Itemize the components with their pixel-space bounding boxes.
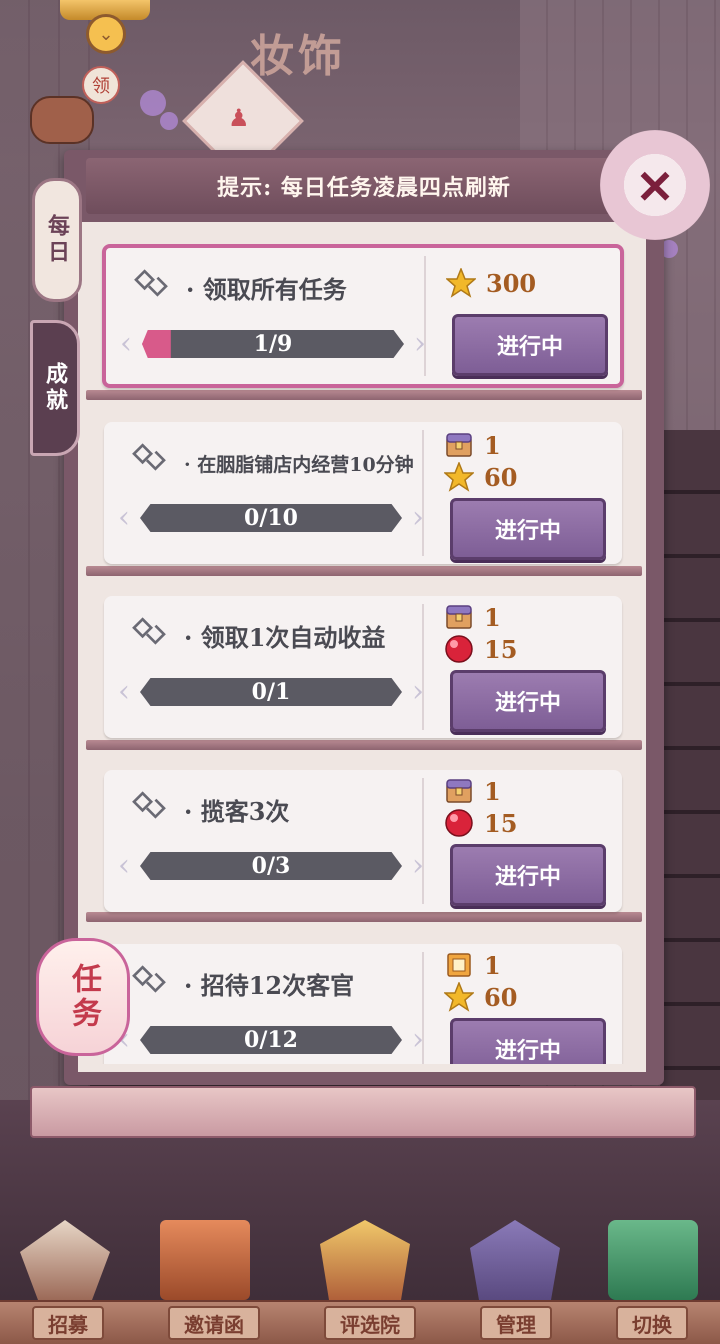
chevron-left-icon: ‹ <box>118 500 130 535</box>
task-progress: ‹ 0/12 › <box>118 1020 424 1060</box>
map-switch-icon <box>608 1220 698 1300</box>
nav-manage[interactable]: 管理 <box>480 1306 552 1340</box>
star-icon <box>444 982 474 1011</box>
task-title: · 揽客3次 <box>184 797 290 826</box>
nav-contest[interactable]: 评选院 <box>324 1306 416 1340</box>
refresh-hint-bar: 提示: 每日任务凌晨四点刷新 <box>86 158 642 214</box>
progress-text: 0/12 <box>244 1027 298 1053</box>
reward-item: 1 <box>444 950 501 980</box>
task-title: · 领取所有任务 <box>186 275 347 304</box>
task-progress: ‹ 0/1 › <box>118 672 424 712</box>
shelf-divider <box>86 390 642 400</box>
status-button-in-progress[interactable]: 进行中 <box>450 1018 606 1064</box>
reward-value: 1 <box>484 950 501 980</box>
reward-item: 1 <box>444 602 501 632</box>
task-diamond-icon <box>134 269 168 297</box>
reward-value: 1 <box>484 430 501 460</box>
task-title: · 领取1次自动收益 <box>184 623 386 652</box>
nav-switch[interactable]: 切换 <box>616 1306 688 1340</box>
task-card-attract-customers: · 揽客3次 ‹ 0/3 › 1 15 进行中 <box>104 770 622 912</box>
progress-text: 0/1 <box>251 679 291 705</box>
nav-recruit[interactable]: 招募 <box>32 1306 104 1340</box>
close-icon[interactable]: ✕ <box>605 160 705 214</box>
scroll-icon <box>447 953 471 977</box>
task-diamond-icon <box>132 965 166 993</box>
chest-icon <box>446 433 472 457</box>
status-button-in-progress[interactable]: 进行中 <box>450 670 606 732</box>
reward-value: 1 <box>484 602 501 632</box>
tab-achievement-label: 成就 <box>42 362 68 414</box>
task-progress: ‹ 1/9 › <box>120 324 426 364</box>
reward-item: 15 <box>444 634 517 664</box>
refresh-hint-text: 提示: 每日任务凌晨四点刷新 <box>217 175 511 201</box>
progress-text: 0/10 <box>244 505 298 531</box>
shelf-divider <box>86 912 642 922</box>
task-diamond-icon <box>132 617 166 645</box>
task-card-claim-all: · 领取所有任务 ‹ 1/9 › 300 进行中 <box>102 244 624 388</box>
star-icon <box>446 268 476 297</box>
task-lantern-label: 任务 <box>66 963 101 1031</box>
card-divider <box>422 430 424 556</box>
tab-daily-label: 每日 <box>44 214 70 266</box>
tab-achievement[interactable]: 成就 <box>30 320 80 456</box>
task-title: · 在胭脂铺店内经营10分钟 <box>184 454 414 476</box>
red-orb-icon <box>445 809 473 837</box>
red-orb-icon <box>445 635 473 663</box>
task-lantern-button[interactable]: 任务 <box>36 938 130 1056</box>
reward-value: 1 <box>484 776 501 806</box>
chest-icon <box>446 779 472 803</box>
chevron-left-icon: ‹ <box>118 674 130 709</box>
panel-bottom-rail <box>30 1086 696 1138</box>
shelf-divider <box>86 740 642 750</box>
chevron-down-icon[interactable]: ⌄ <box>86 14 126 54</box>
task-diamond-icon <box>132 443 166 471</box>
tab-daily[interactable]: 每日 <box>32 178 82 302</box>
bottom-nav: 招募 邀请函 评选院 管理 切换 <box>0 1300 720 1344</box>
chevron-left-icon: ‹ <box>118 848 130 883</box>
sofa-decoration <box>30 96 94 144</box>
chevron-right-icon: › <box>412 1022 424 1057</box>
flower-decoration <box>160 112 178 130</box>
card-divider <box>422 604 424 730</box>
status-button-in-progress[interactable]: 进行中 <box>452 314 608 376</box>
reward-item: 15 <box>444 808 517 838</box>
chevron-right-icon: › <box>412 848 424 883</box>
task-card-serve-guests: · 招待12次客官 ‹ 0/12 › 1 60 进行中 <box>104 944 622 1064</box>
reward-value: 60 <box>484 982 518 1012</box>
chevron-right-icon: › <box>414 326 426 361</box>
flower-decoration <box>140 90 166 116</box>
status-button-in-progress[interactable]: 进行中 <box>450 498 606 560</box>
person-add-icon: ♟ <box>228 104 250 132</box>
status-button-in-progress[interactable]: 进行中 <box>450 844 606 906</box>
task-progress: ‹ 0/10 › <box>118 498 424 538</box>
reward-value: 15 <box>484 808 518 838</box>
task-card-auto-income: · 领取1次自动收益 ‹ 0/1 › 1 15 进行中 <box>104 596 622 738</box>
progress-text: 0/3 <box>251 853 291 879</box>
reward-value: 60 <box>484 462 518 492</box>
shelf-divider <box>86 566 642 576</box>
chevron-left-icon: ‹ <box>120 326 132 361</box>
nav-invitation[interactable]: 邀请函 <box>168 1306 260 1340</box>
card-divider <box>422 778 424 904</box>
task-title: · 招待12次客官 <box>184 971 355 1000</box>
reward-item: 60 <box>444 462 517 492</box>
progress-text: 1/9 <box>253 331 293 357</box>
reward-item: 1 <box>444 776 501 806</box>
star-icon <box>444 462 474 491</box>
chevron-right-icon: › <box>412 500 424 535</box>
task-diamond-icon <box>132 791 166 819</box>
chevron-right-icon: › <box>412 674 424 709</box>
task-progress: ‹ 0/3 › <box>118 846 424 886</box>
reward-item: 1 <box>444 430 501 460</box>
task-card-operate-shop: · 在胭脂铺店内经营10分钟 ‹ 0/10 › 1 60 进行中 <box>104 422 622 564</box>
reward-item: 300 <box>446 268 536 298</box>
claim-badge[interactable]: 领 <box>82 66 120 104</box>
reward-item: 60 <box>444 982 517 1012</box>
reward-value: 300 <box>486 268 537 298</box>
invitation-icon <box>160 1220 250 1300</box>
reward-value: 15 <box>484 634 518 664</box>
chest-icon <box>446 605 472 629</box>
